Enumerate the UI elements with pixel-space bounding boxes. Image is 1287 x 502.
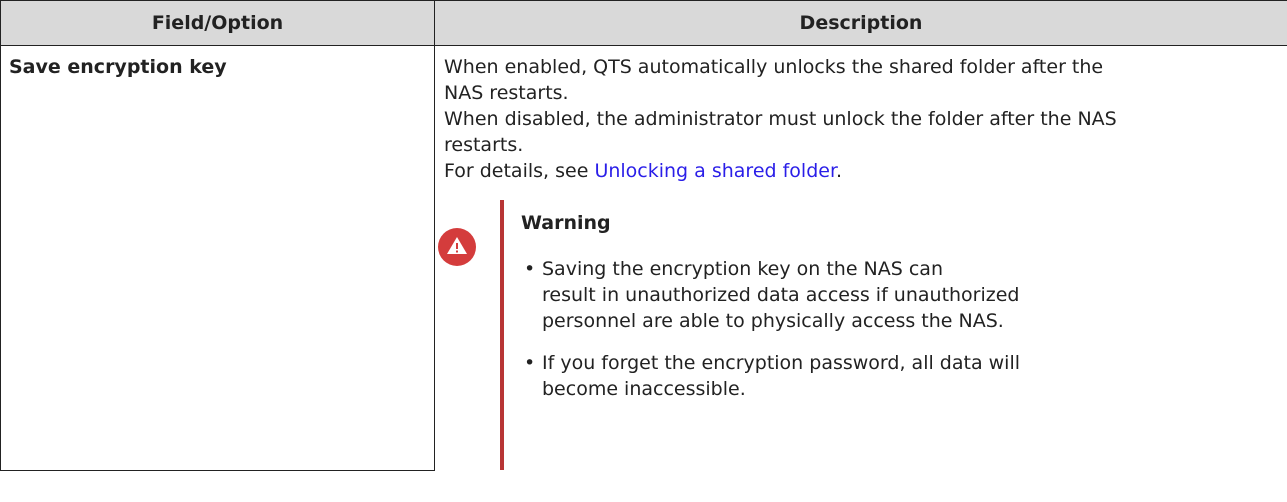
details-prefix: For details, see bbox=[444, 160, 595, 182]
warning-title: Warning bbox=[521, 212, 611, 234]
description-line: NAS restarts. bbox=[444, 82, 569, 104]
warning-item-line: personnel are able to physically access … bbox=[542, 310, 1004, 332]
warning-item-line: become inaccessible. bbox=[542, 378, 746, 400]
description-line: When disabled, the administrator must un… bbox=[444, 108, 1117, 130]
warning-list: • Saving the encryption key on the NAS c… bbox=[521, 256, 1271, 402]
column-header-field-option: Field/Option bbox=[0, 0, 435, 46]
description-cell: When enabled, QTS automatically unlocks … bbox=[434, 45, 1287, 470]
warning-callout: Warning • Saving the encryption key on t… bbox=[438, 200, 1279, 470]
warning-divider-bar bbox=[500, 200, 504, 470]
warning-item-line: If you forget the encryption password, a… bbox=[542, 352, 1020, 374]
description-line: restarts. bbox=[444, 134, 524, 156]
field-name-cell: Save encryption key bbox=[0, 45, 435, 471]
field-name: Save encryption key bbox=[9, 56, 227, 78]
details-suffix: . bbox=[836, 160, 843, 182]
field-option-table: Field/Option Description Save encryption… bbox=[0, 0, 1287, 471]
description-line: When enabled, QTS automatically unlocks … bbox=[444, 56, 1104, 78]
unlocking-shared-folder-link[interactable]: Unlocking a shared folder bbox=[594, 160, 836, 182]
warning-list-item: • Saving the encryption key on the NAS c… bbox=[521, 256, 1271, 334]
warning-item-line: Saving the encryption key on the NAS can bbox=[542, 258, 943, 280]
table-row: Save encryption key When enabled, QTS au… bbox=[0, 45, 1287, 471]
warning-triangle-icon bbox=[438, 228, 476, 266]
details-line: For details, see Unlocking a shared fold… bbox=[444, 158, 1279, 184]
warning-content: Warning • Saving the encryption key on t… bbox=[521, 210, 1271, 418]
bullet-icon: • bbox=[524, 352, 536, 374]
column-header-description: Description bbox=[434, 0, 1287, 46]
warning-list-item: • If you forget the encryption password,… bbox=[521, 350, 1271, 402]
bullet-icon: • bbox=[524, 258, 536, 280]
warning-item-line: result in unauthorized data access if un… bbox=[542, 284, 1020, 306]
table-header-row: Field/Option Description bbox=[0, 0, 1287, 46]
